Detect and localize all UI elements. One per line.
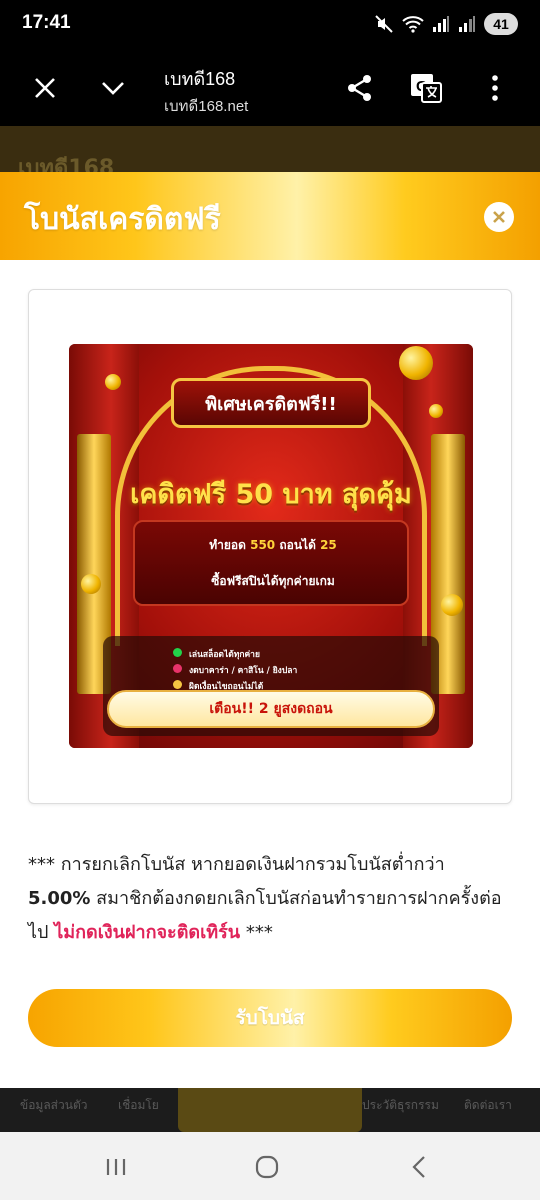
translate-icon: G [411, 74, 442, 103]
coin-icon [81, 574, 101, 594]
feature-item: งดบาคาร่า / คาสิโน / ยิงปลา [189, 666, 298, 676]
claim-bonus-button[interactable]: รับโบนัส [28, 989, 512, 1047]
page-url[interactable]: เบทดี168.net [164, 94, 248, 118]
promo-banner: พิเศษเครดิตฟรี!! เคดิตฟรี 50 บาท สุดคุ้ม… [69, 344, 473, 748]
nav-link: เชื่อมโย [118, 1098, 159, 1112]
turnover-amount: 550 [250, 538, 276, 552]
more-options-button[interactable] [475, 68, 515, 108]
android-nav-bar [0, 1132, 540, 1200]
back-button[interactable] [408, 1154, 430, 1180]
banner-tag: พิเศษเครดิตฟรี!! [171, 378, 371, 428]
site-header: เบทดี168 [0, 126, 540, 181]
wifi-icon [402, 16, 424, 33]
bonus-cancel-notice: *** การยกเลิกโบนัส หากยอดเงินฝากรวมโบนัส… [28, 848, 512, 950]
recent-apps-button[interactable] [104, 1154, 128, 1180]
notice-part3: *** [240, 922, 273, 943]
nav-profile: ข้อมูลส่วนตัว [20, 1098, 88, 1112]
home-icon [255, 1155, 279, 1179]
collapse-button[interactable] [93, 68, 133, 108]
back-icon [412, 1156, 425, 1178]
status-icons: 41 [374, 12, 518, 36]
feature-item: เล่นสล็อตได้ทุกค่าย [189, 650, 260, 660]
recent-apps-icon [106, 1159, 126, 1175]
status-bar: 17:41 41 [0, 0, 540, 50]
share-icon [348, 75, 371, 101]
coin-icon [105, 374, 121, 390]
close-icon [493, 211, 505, 223]
browser-toolbar: เบทดี168 เบทดี168.net G [0, 50, 540, 126]
signal-icon-2 [459, 16, 475, 32]
modal-close-button[interactable] [484, 202, 514, 232]
bonus-modal: โบนัสเครดิตฟรี พิเศษเครดิตฟรี!! เคดิตฟรี… [0, 172, 540, 1088]
site-bottom-nav: ข้อมูลส่วนตัว เชื่อมโย ประวัติธุรกรรม ติ… [0, 1082, 540, 1132]
coin-icon [441, 594, 463, 616]
close-tab-button[interactable] [25, 68, 65, 108]
page-title: เบทดี168 [164, 69, 236, 89]
turnover-middle: ถอนได้ [279, 538, 316, 552]
green-dot-icon [173, 648, 182, 657]
signal-icon [433, 16, 449, 32]
translate-button[interactable]: G [406, 68, 446, 108]
battery-indicator: 41 [484, 13, 518, 35]
nav-center-button [178, 1082, 362, 1132]
notice-part1: *** การยกเลิกโบนัส หากยอดเงินฝากรวมโบนัส… [28, 854, 445, 875]
status-time: 17:41 [22, 12, 71, 33]
close-icon [35, 78, 55, 98]
modal-title: โบนัสเครดิตฟรี [24, 202, 221, 237]
coin-icon [399, 346, 433, 380]
pink-dot-icon [173, 664, 182, 673]
notice-warning: ไม่กดเงินฝากจะติดเทิร์น [54, 922, 241, 943]
banner-warning: เตือน!! 2 ยูสงดถอน [107, 690, 435, 728]
more-vert-icon [492, 75, 498, 101]
home-button[interactable] [254, 1154, 280, 1180]
modal-header: โบนัสเครดิตฟรี [0, 172, 540, 260]
turnover-prefix: ทำยอด [209, 538, 246, 552]
banner-headline: เคดิตฟรี 50 บาท สุดคุ้ม [130, 479, 412, 510]
chevron-down-icon [102, 82, 124, 95]
banner-turnover: ทำยอด 550 ถอนได้ 25 [135, 536, 411, 555]
withdraw-amount: 25 [320, 538, 337, 552]
banner-terms-box: ทำยอด 550 ถอนได้ 25 ซื้อฟรีสปินได้ทุกค่า… [133, 520, 409, 606]
mute-icon [375, 15, 393, 33]
nav-contact: ติดต่อเรา [464, 1098, 512, 1112]
coin-icon [429, 404, 443, 418]
promo-card: พิเศษเครดิตฟรี!! เคดิตฟรี 50 บาท สุดคุ้ม… [28, 289, 512, 804]
notice-percent: 5.00% [28, 888, 91, 909]
nav-history: ประวัติธุรกรรม [362, 1098, 439, 1112]
yellow-dot-icon [173, 680, 182, 689]
share-button[interactable] [340, 68, 380, 108]
banner-freespin: ซื้อฟรีสปินได้ทุกค่ายเกม [211, 574, 335, 588]
